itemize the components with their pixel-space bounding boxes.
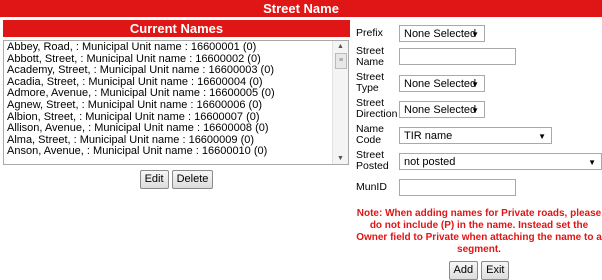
prefix-value: None Selected: [404, 28, 477, 40]
list-scrollbar[interactable]: ▲ ≡ ▼: [332, 41, 348, 164]
exit-button[interactable]: Exit: [481, 261, 510, 280]
prefix-select[interactable]: None Selected ▼: [399, 25, 485, 42]
street-direction-value: None Selected: [404, 104, 477, 116]
chevron-down-icon: ▼: [471, 106, 479, 115]
street-type-label: Street Type: [356, 71, 385, 94]
name-code-select[interactable]: TIR name ▼: [399, 127, 552, 144]
chevron-down-icon: ▼: [471, 80, 479, 89]
street-posted-value: not posted: [404, 156, 456, 168]
chevron-down-icon: ▼: [538, 132, 546, 141]
street-name-input[interactable]: [399, 48, 516, 65]
names-list: Abbey, Road, : Municipal Unit name : 166…: [7, 41, 332, 158]
street-direction-select[interactable]: None Selected ▼: [399, 101, 485, 118]
edit-button[interactable]: Edit: [139, 170, 169, 189]
name-code-label: Name Code: [356, 123, 385, 146]
list-item[interactable]: Abbey, Road, : Municipal Unit name : 166…: [7, 41, 332, 54]
street-type-select[interactable]: None Selected ▼: [399, 75, 485, 92]
street-type-value: None Selected: [404, 78, 477, 90]
prefix-label: Prefix: [356, 27, 383, 39]
name-code-value: TIR name: [404, 130, 453, 142]
street-name-label: Street Name: [356, 45, 385, 68]
list-item[interactable]: Agnew, Street, : Municipal Unit name : 1…: [7, 99, 332, 112]
scroll-thumb[interactable]: ≡: [335, 53, 347, 69]
current-names-panel: Current Names Abbey, Road, : Municipal U…: [3, 20, 350, 189]
add-button[interactable]: Add: [448, 261, 479, 280]
chevron-down-icon: ▼: [588, 158, 596, 167]
chevron-down-icon: ▼: [471, 30, 479, 39]
scroll-up-arrow-icon[interactable]: ▲: [333, 43, 348, 50]
page-title: Street Name: [0, 0, 602, 17]
scroll-down-arrow-icon[interactable]: ▼: [333, 155, 348, 162]
munid-input[interactable]: [399, 179, 516, 196]
street-posted-label: Street Posted: [356, 149, 389, 172]
list-item[interactable]: Anson, Avenue, : Municipal Unit name : 1…: [7, 146, 332, 158]
current-names-listbox[interactable]: Abbey, Road, : Municipal Unit name : 166…: [3, 40, 349, 165]
list-item[interactable]: Allison, Avenue, : Municipal Unit name :…: [7, 123, 332, 135]
munid-label: MunID: [356, 181, 387, 193]
private-roads-note: Note: When adding names for Private road…: [356, 208, 602, 255]
street-posted-select[interactable]: not posted ▼: [399, 153, 602, 170]
delete-button[interactable]: Delete: [171, 170, 214, 189]
current-names-header: Current Names: [3, 20, 350, 37]
street-direction-label: Street Direction: [356, 97, 398, 120]
